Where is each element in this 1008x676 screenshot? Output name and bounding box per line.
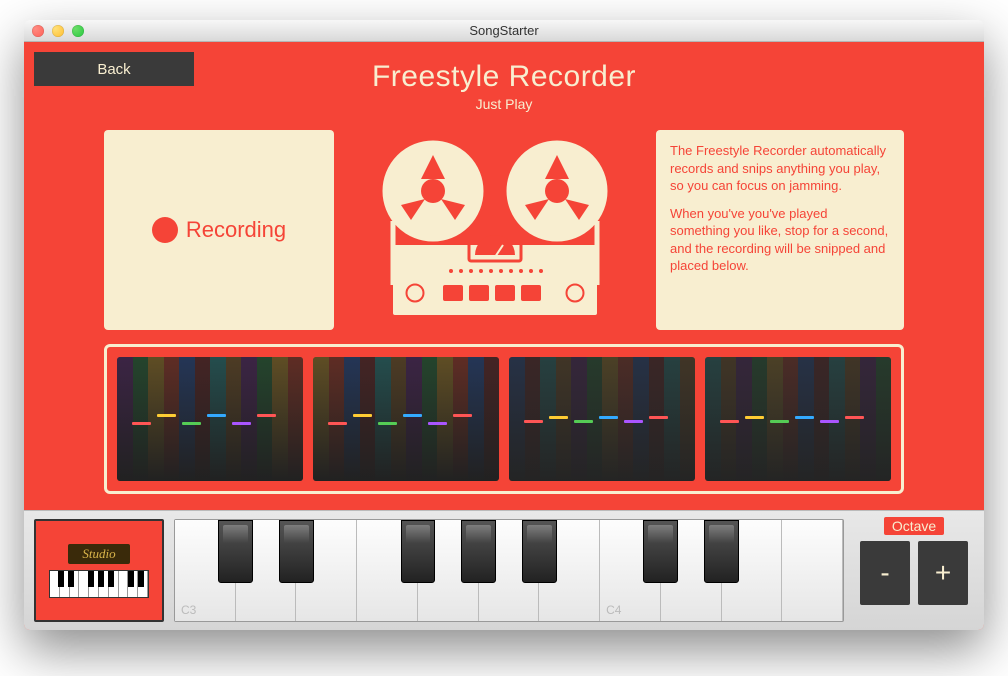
page-subtitle: Just Play	[24, 96, 984, 112]
key-label: C4	[606, 603, 621, 617]
black-key[interactable]	[643, 520, 678, 583]
back-button[interactable]: Back	[34, 52, 194, 86]
recording-clip[interactable]	[705, 357, 891, 481]
key-label: C3	[181, 603, 196, 617]
titlebar: SongStarter	[24, 20, 984, 42]
mini-piano-icon	[49, 570, 149, 598]
octave-up-button[interactable]: +	[918, 541, 968, 605]
black-key[interactable]	[461, 520, 496, 583]
octave-down-button[interactable]: -	[860, 541, 910, 605]
tape-recorder-icon	[352, 130, 638, 330]
info-paragraph-1: The Freestyle Recorder automatically rec…	[670, 142, 890, 195]
piano-keyboard: C3 C4	[174, 519, 844, 622]
info-paragraph-2: When you've you've played something you …	[670, 205, 890, 275]
studio-button[interactable]: Studio	[34, 519, 164, 622]
black-key[interactable]	[401, 520, 436, 583]
black-key[interactable]	[522, 520, 557, 583]
recording-status: Recording	[186, 217, 286, 243]
window-title: SongStarter	[24, 23, 984, 38]
app-window: SongStarter Back Freestyle Recorder Just…	[24, 20, 984, 630]
black-key[interactable]	[279, 520, 314, 583]
black-key[interactable]	[704, 520, 739, 583]
white-key[interactable]	[782, 520, 843, 621]
record-icon	[152, 217, 178, 243]
recording-clip[interactable]	[509, 357, 695, 481]
octave-label: Octave	[884, 517, 944, 535]
bottom-bar: Studio C3 C4 Octave - +	[24, 510, 984, 630]
top-row: Recording	[104, 130, 904, 330]
octave-control: Octave - +	[854, 519, 974, 622]
studio-label: Studio	[68, 544, 129, 564]
black-key[interactable]	[218, 520, 253, 583]
app-body: Back Freestyle Recorder Just Play Record…	[24, 42, 984, 630]
info-panel: The Freestyle Recorder automatically rec…	[656, 130, 904, 330]
recording-panel: Recording	[104, 130, 334, 330]
recording-clip[interactable]	[117, 357, 303, 481]
recording-clip[interactable]	[313, 357, 499, 481]
clips-container	[104, 344, 904, 494]
